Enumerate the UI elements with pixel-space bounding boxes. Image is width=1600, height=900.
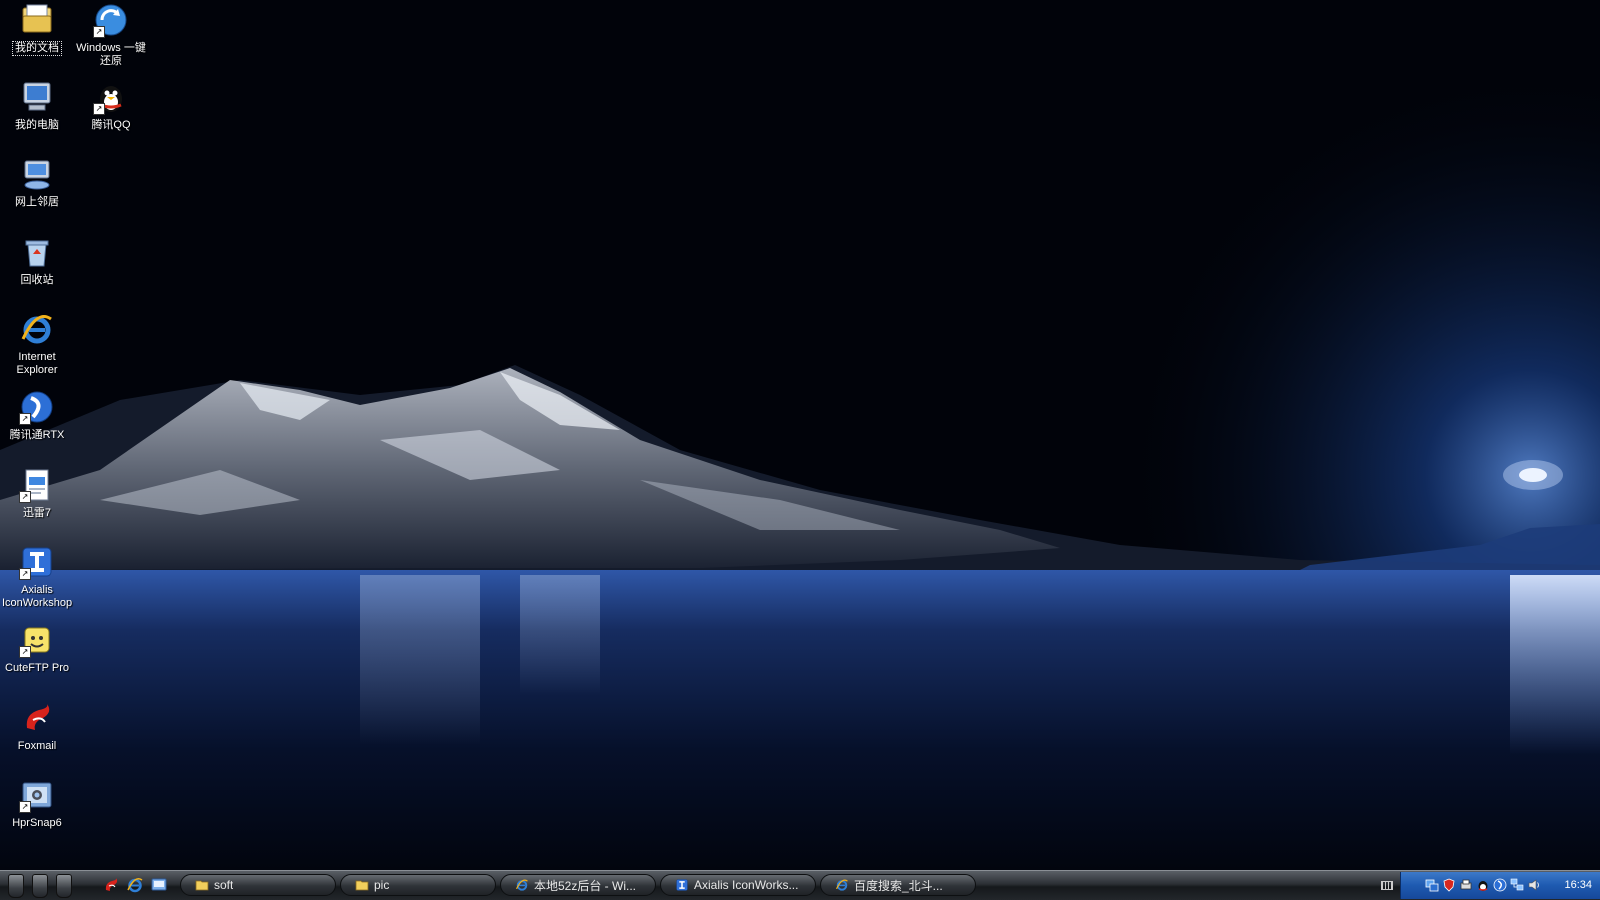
task-buttons: soft pic 本地52z后台 - Wi... Axialis IconWorks.…	[180, 874, 976, 896]
desktop-icon-internet-explorer[interactable]: Internet Explorer	[0, 311, 74, 377]
desktop-icon-my-computer[interactable]: 我的电脑	[0, 79, 74, 132]
desktop-icon-recycle-bin[interactable]: 回收站	[0, 234, 74, 287]
network-places-icon	[19, 156, 55, 192]
volume-icon[interactable]	[1527, 878, 1541, 892]
cuteftp-icon: ↗	[19, 622, 55, 658]
shortcut-arrow-icon: ↗	[19, 801, 31, 813]
desktop-icon-label: Foxmail	[17, 740, 57, 752]
desktop-icon-hypersnap[interactable]: ↗ HprSnap6	[0, 777, 74, 830]
axialis-icon: ↗	[19, 544, 55, 580]
my-computer-icon	[19, 79, 55, 115]
desktop-icon-label: 腾讯通RTX	[9, 429, 65, 441]
hypersnap-icon: ↗	[19, 777, 55, 813]
desktop-icon-label: 我的电脑	[15, 119, 59, 131]
desktop-icon-label: CuteFTP Pro	[5, 662, 69, 674]
wallpaper-night-lake	[0, 0, 1600, 870]
shortcut-arrow-icon: ↗	[19, 413, 31, 425]
my-documents-icon	[19, 2, 55, 38]
taskbar: soft pic 本地52z后台 - Wi... Axialis IconWorks.…	[0, 870, 1600, 900]
desktop-icon-network-places[interactable]: 网上邻居	[0, 156, 74, 209]
quick-launch-bar	[102, 876, 168, 894]
desktop-icon-label: Axialis IconWorkshop	[1, 584, 73, 609]
shortcut-arrow-icon: ↗	[93, 26, 105, 38]
printer-icon[interactable]	[1459, 878, 1473, 892]
shortcut-arrow-icon: ↗	[19, 491, 31, 503]
internet-explorer-icon	[835, 878, 849, 892]
desktop-icon-label: 我的文档	[12, 41, 62, 56]
tray-icons	[1425, 878, 1541, 892]
desktop-icon-axialis[interactable]: ↗ Axialis IconWorkshop	[0, 544, 74, 610]
taskbar-button[interactable]: 百度搜索_北斗...	[820, 874, 976, 896]
desktop-icon-rtx[interactable]: ↗ 腾讯通RTX	[0, 389, 74, 442]
thunder-icon: ↗	[19, 467, 55, 503]
desktop-icon-my-documents[interactable]: 我的文档	[0, 2, 74, 56]
qq-penguin-icon: ↗	[93, 79, 129, 115]
desktop-icon-qq-penguin[interactable]: ↗ 腾讯QQ	[74, 79, 148, 132]
shortcut-arrow-icon: ↗	[93, 103, 105, 115]
desktop-icon-label: 迅雷7	[22, 507, 52, 519]
taskbar-button-label: pic	[374, 878, 390, 892]
desktop[interactable]: 我的文档 ↗ Windows 一键还原我的电脑 ↗ 腾讯QQ 网上邻居回收站 Interne…	[0, 0, 1600, 870]
system-tray: 16:34	[1400, 872, 1600, 899]
desktop-icon-label: 回收站	[20, 274, 54, 286]
taskbar-button[interactable]: 本地52z后台 - Wi...	[500, 874, 656, 896]
qq-tray-icon[interactable]	[1476, 878, 1490, 892]
desktop-icon-windows-restore[interactable]: ↗ Windows 一键还原	[74, 2, 148, 68]
rtx-tray-icon[interactable]	[1493, 878, 1507, 892]
quicklaunch-internet-explorer-icon[interactable]	[126, 876, 144, 894]
foxmail-icon	[19, 700, 55, 736]
internet-explorer-icon	[515, 878, 529, 892]
recycle-bin-icon	[19, 234, 55, 270]
dock-tab-2[interactable]	[32, 874, 48, 898]
taskbar-button[interactable]: pic	[340, 874, 496, 896]
antivirus-shield-icon[interactable]	[1442, 878, 1456, 892]
network-connection-icon[interactable]	[1510, 878, 1524, 892]
taskbar-button-label: 百度搜索_北斗...	[854, 878, 943, 893]
start-area	[8, 874, 72, 898]
dock-tab-3[interactable]	[56, 874, 72, 898]
desktop-icon-label: 网上邻居	[15, 196, 59, 208]
folder-icon	[355, 878, 369, 892]
shortcut-arrow-icon: ↗	[19, 646, 31, 658]
internet-explorer-icon	[19, 311, 55, 347]
taskbar-button-label: Axialis IconWorks...	[694, 878, 799, 892]
desktop-icon-label: Internet Explorer	[16, 351, 58, 376]
shortcut-arrow-icon: ↗	[19, 568, 31, 580]
rtx-icon: ↗	[19, 389, 55, 425]
clock[interactable]: 16:34	[1564, 879, 1592, 891]
start-button[interactable]	[8, 874, 24, 898]
desktop-icon-foxmail[interactable]: Foxmail	[0, 700, 74, 753]
taskbar-button[interactable]: soft	[180, 874, 336, 896]
quicklaunch-show-desktop-icon[interactable]	[150, 876, 168, 894]
keyboard-indicator-icon[interactable]	[1381, 881, 1393, 890]
axialis-icon	[675, 878, 689, 892]
desktop-icon-label: 腾讯QQ	[91, 119, 131, 131]
desktop-icon-thunder[interactable]: ↗ 迅雷7	[0, 467, 74, 520]
quicklaunch-foxmail-icon[interactable]	[102, 876, 120, 894]
folder-icon	[195, 878, 209, 892]
desktop-icon-cuteftp[interactable]: ↗ CuteFTP Pro	[0, 622, 74, 675]
taskbar-button-label: 本地52z后台 - Wi...	[534, 878, 637, 893]
taskbar-button[interactable]: Axialis IconWorks...	[660, 874, 816, 896]
desktop-icon-label: Windows 一键还原	[76, 42, 146, 67]
desktop-icon-label: HprSnap6	[12, 817, 62, 829]
taskbar-button-label: soft	[214, 878, 234, 892]
windows-restore-icon: ↗	[93, 2, 129, 38]
network-icon[interactable]	[1425, 878, 1439, 892]
